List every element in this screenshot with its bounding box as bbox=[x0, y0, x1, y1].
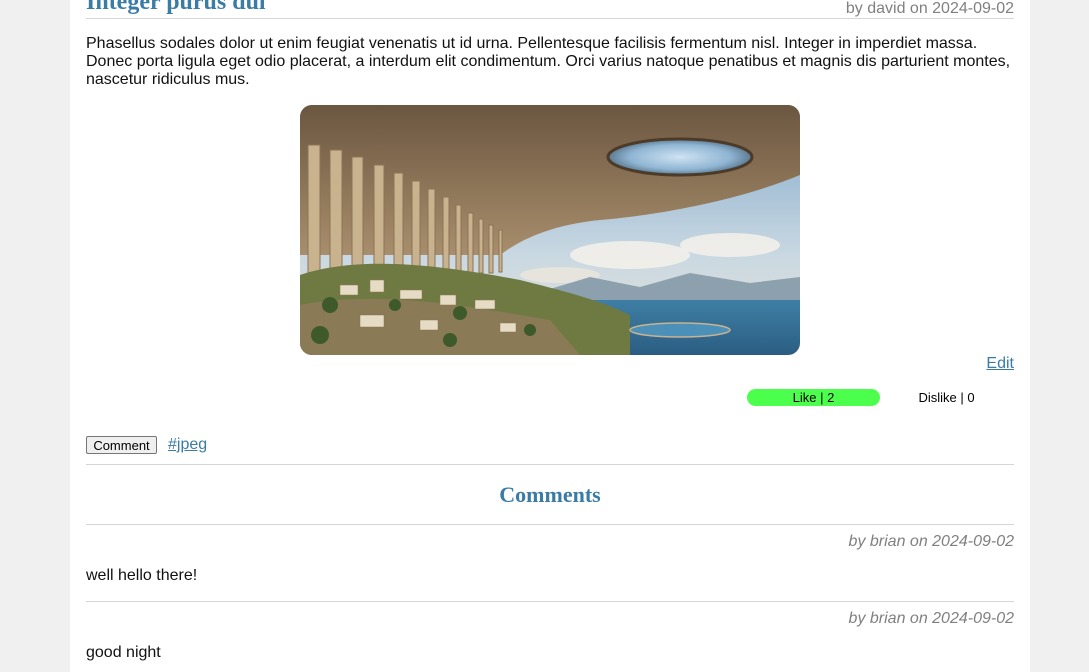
page-container: Integer purus dui by david on 2024-09-02… bbox=[70, 0, 1030, 672]
comments-divider bbox=[86, 524, 1014, 525]
comments-divider-top bbox=[86, 464, 1014, 465]
comment-text: good night bbox=[86, 644, 161, 661]
comment-divider bbox=[86, 601, 1014, 602]
post-title: Integer purus dui bbox=[86, 0, 266, 15]
dislike-button[interactable]: Dislike | 0 bbox=[900, 389, 993, 406]
post-body: Phasellus sodales dolor ut enim feugiat … bbox=[86, 35, 1011, 88]
like-button[interactable]: Like | 2 bbox=[747, 389, 880, 406]
comment-button[interactable]: Comment bbox=[86, 436, 157, 454]
post-author-date: by david on 2024-09-02 bbox=[845, 0, 1014, 17]
post-image bbox=[300, 105, 800, 355]
comment-text: well hello there! bbox=[86, 567, 198, 584]
fantasy-landscape-image bbox=[300, 105, 800, 355]
edit-link[interactable]: Edit bbox=[986, 355, 1014, 373]
tag-link[interactable]: #jpeg bbox=[168, 436, 207, 454]
comment-author-date: by brian on 2024-09-02 bbox=[848, 533, 1014, 550]
comment-author-date: by brian on 2024-09-02 bbox=[848, 610, 1014, 627]
comments-heading: Comments bbox=[499, 482, 601, 507]
title-divider bbox=[86, 18, 1014, 19]
